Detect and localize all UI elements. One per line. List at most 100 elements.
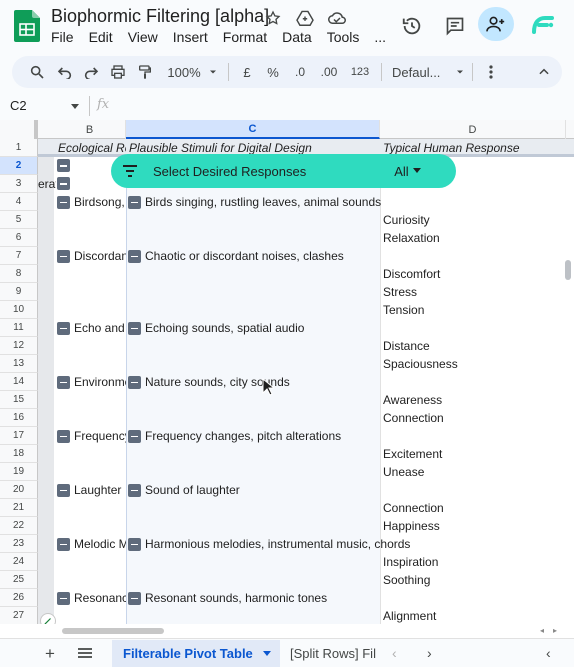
row-number[interactable]: 22	[0, 517, 38, 535]
select-all-corner[interactable]	[0, 120, 38, 139]
menu-file[interactable]: File	[51, 29, 74, 45]
more-options-icon[interactable]	[479, 58, 503, 86]
paint-format-icon[interactable]	[132, 58, 158, 86]
cell-b[interactable]: Laughter	[57, 481, 126, 499]
row-number[interactable]: 23	[0, 535, 38, 553]
cell-d[interactable]: Distance	[383, 337, 563, 355]
filter-value[interactable]: All	[394, 164, 408, 179]
collapse-group-icon[interactable]	[128, 195, 141, 209]
chevron-down-icon[interactable]	[262, 650, 271, 657]
collapse-group-icon[interactable]	[57, 537, 70, 551]
all-sheets-icon[interactable]	[78, 648, 92, 658]
cell-d[interactable]: Connection	[383, 499, 563, 517]
collapse-group-icon[interactable]	[128, 375, 141, 389]
search-menus-icon[interactable]	[22, 58, 52, 86]
collapse-group-icon[interactable]	[57, 375, 70, 389]
cell-a[interactable]: erat	[38, 175, 56, 193]
row-number[interactable]: 26	[0, 589, 38, 607]
collapse-group-icon[interactable]	[57, 591, 70, 605]
tabs-scroll-left-icon[interactable]: ‹	[392, 645, 397, 661]
cloud-status-icon[interactable]	[326, 8, 348, 28]
cell-b[interactable]: Resonanc	[57, 589, 126, 607]
cell-d[interactable]: Curiosity	[383, 211, 563, 229]
row-number[interactable]: 13	[0, 355, 38, 373]
chevron-down-icon[interactable]	[70, 103, 80, 111]
collapse-group-icon[interactable]	[57, 159, 70, 172]
redo-icon[interactable]	[78, 58, 104, 86]
row-number[interactable]: 5	[0, 211, 38, 229]
collapse-group-icon[interactable]	[128, 483, 141, 497]
vertical-scroll-thumb[interactable]	[565, 260, 571, 280]
share-button[interactable]	[478, 7, 514, 41]
row-number[interactable]: 12	[0, 337, 38, 355]
horizontal-scroll-thumb[interactable]	[62, 628, 164, 634]
response-filter[interactable]: Select Desired Responses All	[111, 154, 456, 188]
column-header-b[interactable]: B	[54, 120, 126, 139]
row-number[interactable]: 11	[0, 319, 38, 337]
comments-icon[interactable]	[441, 12, 469, 40]
vertical-scrollbar[interactable]	[562, 260, 574, 282]
cell-d[interactable]: Inspiration	[383, 553, 563, 571]
row-number[interactable]: 21	[0, 499, 38, 517]
tabs-scroll-right-icon[interactable]: ›	[427, 645, 432, 661]
explore-collapse-icon[interactable]: ‹	[546, 645, 551, 661]
scroll-right-icon[interactable]: ▸	[553, 626, 557, 635]
collapse-group-icon[interactable]	[128, 321, 141, 335]
row-number[interactable]: 2	[0, 157, 38, 175]
cell-d[interactable]: Relaxation	[383, 229, 563, 247]
row-number[interactable]: 17	[0, 427, 38, 445]
column-header-c[interactable]: C	[126, 120, 380, 139]
row-number[interactable]: 1	[0, 139, 38, 157]
header-cell-b[interactable]: Ecological Re	[58, 139, 126, 157]
name-box[interactable]: C2	[10, 98, 27, 113]
decrease-decimal-button[interactable]: .0	[287, 58, 313, 86]
move-to-drive-icon[interactable]	[294, 8, 316, 28]
menu-more[interactable]: ...	[374, 29, 386, 45]
cell-d[interactable]: Connection	[383, 409, 563, 427]
cell-d[interactable]: Excitement	[383, 445, 563, 463]
cell-c[interactable]: Birds singing, rustling leaves, animal s…	[128, 193, 398, 211]
collapse-group-icon[interactable]	[57, 429, 70, 443]
print-icon[interactable]	[104, 58, 132, 86]
menu-format[interactable]: Format	[223, 29, 267, 45]
formula-input[interactable]	[120, 98, 560, 116]
document-title[interactable]: Biophormic Filtering [alpha]	[51, 6, 269, 27]
chevron-down-icon[interactable]	[412, 168, 421, 174]
zoom-select[interactable]: 100%	[164, 58, 222, 86]
cell-b[interactable]: Echo and	[57, 319, 126, 337]
collapse-group-icon[interactable]	[57, 483, 70, 497]
row-number[interactable]: 6	[0, 229, 38, 247]
cell-d[interactable]: Happiness	[383, 517, 563, 535]
collapse-group-icon[interactable]	[57, 177, 70, 190]
row-number[interactable]: 14	[0, 373, 38, 391]
spreadsheet-grid[interactable]: B C D 1 Ecological Re Plausible Stimuli fo…	[0, 120, 574, 638]
row-number[interactable]: 16	[0, 409, 38, 427]
cell-d[interactable]: Awareness	[383, 391, 563, 409]
menu-data[interactable]: Data	[282, 29, 312, 45]
percent-format-button[interactable]: %	[259, 58, 287, 86]
menu-edit[interactable]: Edit	[89, 29, 113, 45]
cell-b[interactable]: Environme	[57, 373, 126, 391]
menu-tools[interactable]: Tools	[327, 29, 360, 45]
cell-d[interactable]: Unease	[383, 463, 563, 481]
cell-b[interactable]: Frequency	[57, 427, 126, 445]
menu-view[interactable]: View	[128, 29, 158, 45]
cell-d[interactable]: Spaciousness	[383, 355, 563, 373]
extension-logo-icon[interactable]	[531, 12, 555, 34]
cell-d[interactable]: Discomfort	[383, 265, 563, 283]
collapse-group-icon[interactable]	[57, 249, 70, 263]
cell-d[interactable]: Soothing	[383, 571, 563, 589]
add-sheet-icon[interactable]: +	[45, 644, 55, 664]
collapse-group-icon[interactable]	[128, 537, 141, 551]
row-number[interactable]: 27	[0, 607, 38, 625]
row-number[interactable]: 24	[0, 553, 38, 571]
sheet-tab-active[interactable]: Filterable Pivot Table	[112, 640, 280, 667]
row-number[interactable]: 18	[0, 445, 38, 463]
row-number[interactable]: 25	[0, 571, 38, 589]
font-select[interactable]: Defaul...	[388, 58, 466, 86]
version-history-icon[interactable]	[398, 12, 426, 40]
sheet-tab-split-rows[interactable]: [Split Rows] Fil	[290, 646, 378, 661]
row-number[interactable]: 19	[0, 463, 38, 481]
sheets-logo-icon[interactable]	[14, 10, 40, 42]
increase-decimal-button[interactable]: .00	[313, 58, 345, 86]
